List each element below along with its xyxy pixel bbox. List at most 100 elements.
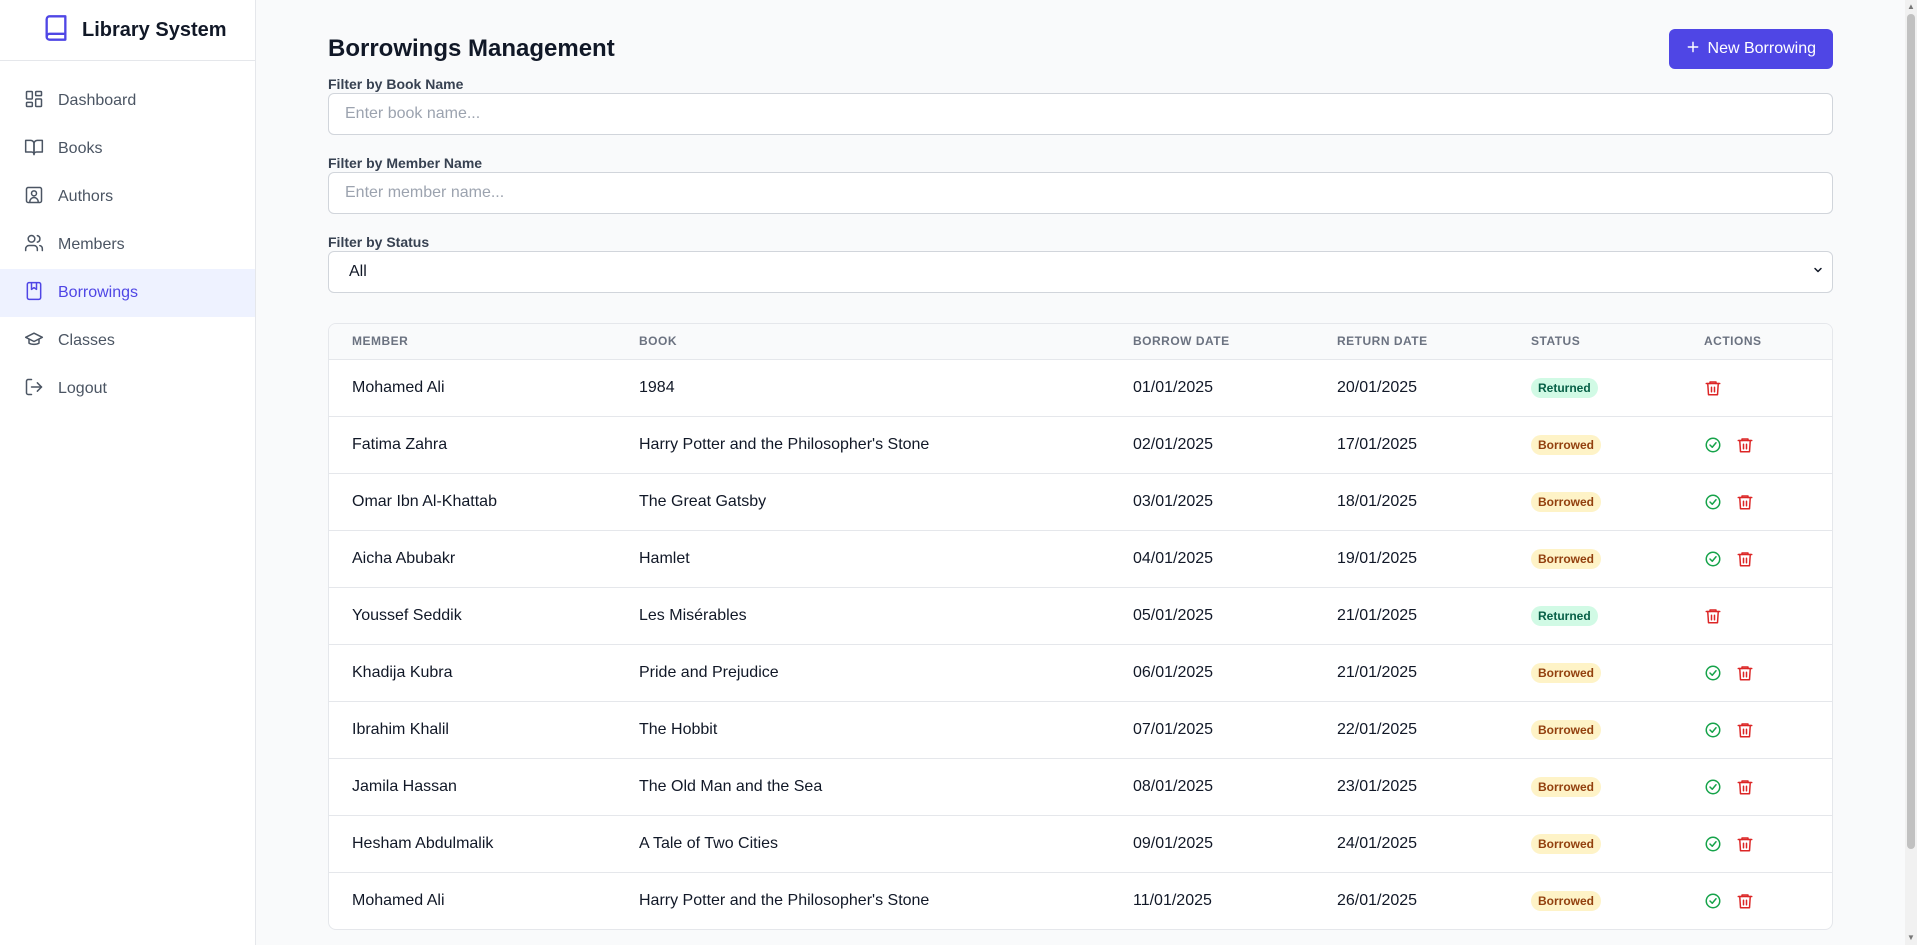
cell-member: Jamila Hassan (352, 777, 457, 795)
mark-returned-check-icon[interactable] (1704, 550, 1722, 568)
cell-book: A Tale of Two Cities (639, 834, 779, 852)
cell-return-date: 24/01/2025 (1337, 834, 1418, 852)
cell-actions (1681, 872, 1832, 929)
sidebar-item-label: Logout (58, 380, 107, 397)
cell-book: Harry Potter and the Philosopher's Stone (639, 435, 930, 453)
status-select[interactable]: All (328, 251, 1833, 293)
cell-member: Khadija Kubra (352, 663, 453, 681)
delete-trash-icon[interactable] (1736, 778, 1754, 796)
cell-book: Les Misérables (639, 606, 747, 624)
table-row: Mohamed Ali Harry Potter and the Philosop… (329, 872, 1832, 929)
cell-return-date: 18/01/2025 (1337, 492, 1418, 510)
sidebar-item-dashboard[interactable]: Dashboard (0, 77, 255, 125)
column-header-status: Status (1531, 334, 1581, 349)
cell-borrow-date: 02/01/2025 (1133, 435, 1214, 453)
delete-trash-icon[interactable] (1736, 436, 1754, 454)
mark-returned-check-icon[interactable] (1704, 835, 1722, 853)
sidebar-item-label: Borrowings (58, 284, 139, 301)
cell-status: Returned (1508, 359, 1681, 416)
cell-borrow-date: 06/01/2025 (1133, 663, 1214, 681)
scroll-up-icon[interactable]: ▲ (1907, 2, 1915, 12)
dashboard-icon (24, 89, 44, 114)
status-select-value: All (349, 263, 367, 280)
scrollbar-thumb[interactable] (1907, 14, 1915, 849)
logout-icon (24, 377, 44, 402)
row-actions (1704, 379, 1832, 397)
row-actions (1704, 892, 1832, 910)
cell-member: Aicha Abubakr (352, 549, 456, 567)
page-title: Borrowings Management (328, 35, 615, 62)
borrowings-table: Member Book Borrow Date Return Date Stat… (328, 323, 1833, 930)
sidebar-item-authors[interactable]: Authors (0, 173, 255, 221)
delete-trash-icon[interactable] (1704, 379, 1722, 397)
mark-returned-check-icon[interactable] (1704, 664, 1722, 682)
row-actions (1704, 664, 1832, 682)
mark-returned-check-icon[interactable] (1704, 892, 1722, 910)
cell-book: The Hobbit (639, 720, 718, 738)
cell-member: Hesham Abdulmalik (352, 834, 494, 852)
main-content: Borrowings Management New Borrowing Filt… (328, 0, 1833, 930)
sidebar-item-label: Authors (58, 188, 114, 205)
cell-borrow-date: 09/01/2025 (1133, 834, 1214, 852)
row-actions (1704, 436, 1832, 454)
mark-returned-check-icon[interactable] (1704, 436, 1722, 454)
column-header-actions: Actions (1704, 334, 1762, 349)
brand[interactable]: Library System (0, 0, 255, 61)
mark-returned-check-icon[interactable] (1704, 721, 1722, 739)
cell-actions (1681, 530, 1832, 587)
row-actions (1704, 721, 1832, 739)
author-icon (24, 185, 44, 210)
cell-member: Mohamed Ali (352, 378, 445, 396)
cell-borrow-date: 05/01/2025 (1133, 606, 1214, 624)
sidebar-item-books[interactable]: Books (0, 125, 255, 173)
cell-book: Pride and Prejudice (639, 663, 779, 681)
graduation-cap-icon (24, 329, 44, 354)
cell-member: Youssef Seddik (352, 606, 462, 624)
sidebar-item-logout[interactable]: Logout (0, 365, 255, 413)
row-actions (1704, 835, 1832, 853)
delete-trash-icon[interactable] (1736, 892, 1754, 910)
users-icon (24, 233, 44, 258)
new-borrowing-button[interactable]: New Borrowing (1668, 29, 1833, 69)
scroll-down-icon[interactable]: ▼ (1907, 933, 1915, 943)
chevron-down-icon (1812, 263, 1824, 281)
delete-trash-icon[interactable] (1736, 550, 1754, 568)
book-name-input[interactable] (328, 93, 1833, 135)
cell-return-date: 20/01/2025 (1337, 378, 1418, 396)
delete-trash-icon[interactable] (1736, 664, 1754, 682)
book-open-icon (24, 137, 44, 162)
delete-trash-icon[interactable] (1704, 607, 1722, 625)
status-badge: Returned (1531, 605, 1598, 626)
column-header-borrow-date: Borrow Date (1133, 334, 1230, 349)
table-row: Khadija Kubra Pride and Prejudice 06/01/20… (329, 644, 1832, 701)
cell-return-date: 19/01/2025 (1337, 549, 1418, 567)
delete-trash-icon[interactable] (1736, 721, 1754, 739)
sidebar-item-members[interactable]: Members (0, 221, 255, 269)
mark-returned-check-icon[interactable] (1704, 493, 1722, 511)
cell-actions (1681, 701, 1832, 758)
delete-trash-icon[interactable] (1736, 493, 1754, 511)
sidebar-item-borrowings[interactable]: Borrowings (0, 269, 255, 317)
mark-returned-check-icon[interactable] (1704, 778, 1722, 796)
status-badge: Borrowed (1531, 776, 1602, 797)
sidebar-nav: Dashboard Books Authors Members Borrowin… (0, 61, 255, 413)
sidebar-item-classes[interactable]: Classes (0, 317, 255, 365)
cell-return-date: 26/01/2025 (1337, 891, 1418, 909)
page-header: Borrowings Management New Borrowing (328, 29, 1833, 69)
column-header-return-date: Return Date (1337, 334, 1428, 349)
delete-trash-icon[interactable] (1736, 835, 1754, 853)
status-filter-label: Filter by Status (328, 234, 430, 250)
cell-actions (1681, 758, 1832, 815)
status-badge: Borrowed (1531, 890, 1602, 911)
page-scrollbar[interactable]: ▲ ▼ (1905, 0, 1917, 945)
table-row: Aicha Abubakr Hamlet 04/01/2025 19/01/2025 B… (329, 530, 1832, 587)
table-row: Youssef Seddik Les Misérables 05/01/2025 21… (329, 587, 1832, 644)
member-name-input[interactable] (328, 172, 1833, 214)
row-actions (1704, 778, 1832, 796)
cell-member: Ibrahim Khalil (352, 720, 449, 738)
cell-actions (1681, 644, 1832, 701)
status-badge: Borrowed (1531, 833, 1602, 854)
cell-return-date: 22/01/2025 (1337, 720, 1418, 738)
cell-book: 1984 (639, 378, 675, 396)
app-title: Library System (82, 18, 227, 41)
